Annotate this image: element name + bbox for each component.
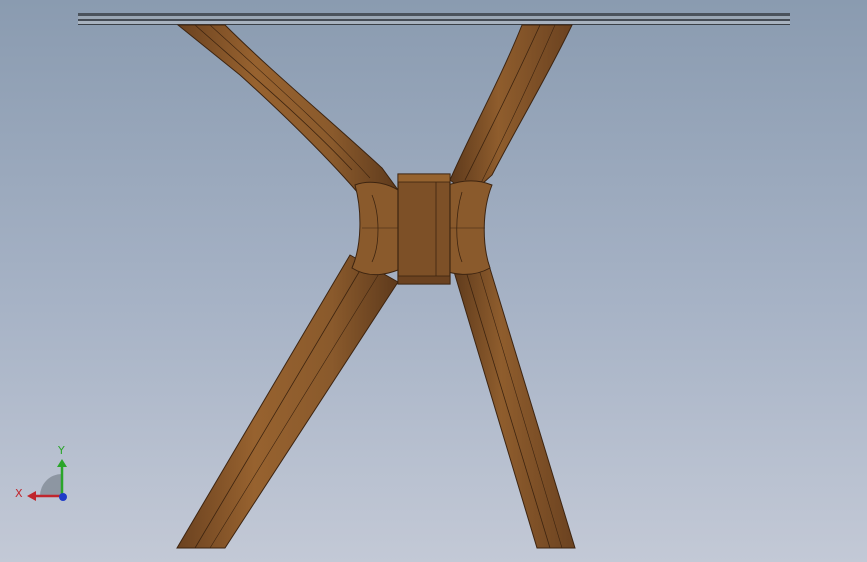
axis-triad: Y X bbox=[15, 444, 67, 501]
table-model[interactable] bbox=[0, 0, 867, 562]
upper-right-arm bbox=[449, 24, 573, 196]
y-axis-label: Y bbox=[57, 444, 65, 457]
3d-viewport[interactable]: Y X bbox=[0, 0, 867, 562]
triad-quadrant bbox=[40, 474, 62, 496]
x-axis-arrow-icon bbox=[27, 491, 36, 501]
upper-left-arm bbox=[176, 24, 399, 206]
lower-left-leg bbox=[176, 254, 399, 549]
glass-tabletop bbox=[78, 13, 790, 25]
left-junction bbox=[351, 181, 399, 276]
y-axis-arrow-icon bbox=[57, 459, 67, 467]
central-hub bbox=[397, 173, 451, 285]
z-axis-dot-icon bbox=[59, 493, 67, 501]
x-axis-label: X bbox=[15, 487, 23, 500]
lower-right-leg bbox=[451, 261, 576, 549]
